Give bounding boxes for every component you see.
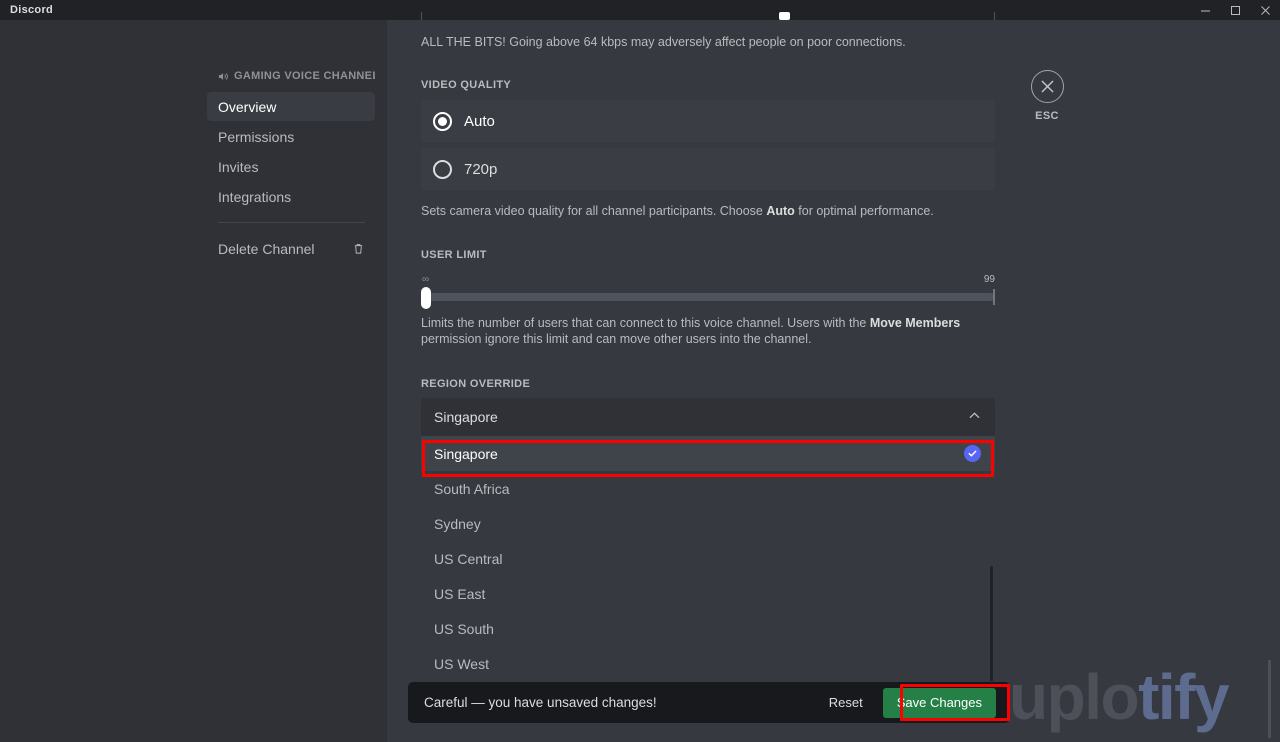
check-icon (964, 445, 981, 462)
radio-button-icon (433, 111, 452, 131)
close-circle-icon (1030, 70, 1064, 103)
region-option-singapore[interactable]: Singapore (421, 436, 995, 471)
bitrate-tick-min (421, 12, 422, 20)
maximize-icon[interactable] (1220, 0, 1250, 20)
user-limit-track[interactable] (421, 293, 995, 301)
region-option-label: Sydney (434, 515, 481, 532)
sidebar-item-label: Overview (218, 98, 277, 115)
speaker-icon (218, 71, 229, 82)
save-changes-button[interactable]: Save Changes (882, 687, 996, 718)
region-option-us-east[interactable]: US East (421, 576, 995, 611)
video-quality-label: VIDEO QUALITY (421, 79, 512, 91)
sidebar-item-label: Integrations (218, 188, 292, 205)
user-limit-thumb[interactable] (421, 287, 431, 309)
region-override-label: REGION OVERRIDE (421, 378, 531, 390)
bitrate-slider[interactable] (421, 12, 995, 22)
sidebar-item-label: Permissions (218, 128, 295, 145)
region-option-us-south[interactable]: US South (421, 611, 995, 646)
video-quality-option-auto[interactable]: Auto (421, 100, 995, 142)
region-override-selected-value: Singapore (434, 409, 498, 425)
user-limit-endcap (993, 289, 995, 305)
sidebar-item-label: Invites (218, 158, 259, 175)
radio-button-icon (433, 159, 452, 179)
region-option-label: Singapore (434, 445, 498, 462)
region-option-us-central[interactable]: US Central (421, 541, 995, 576)
video-quality-helper-text: Sets camera video quality for all channe… (421, 204, 934, 218)
bitrate-tick-max (994, 12, 995, 20)
region-override-dropdown: Singapore Singapore South Africa Sydney (421, 398, 995, 681)
watermark-bar (1268, 660, 1271, 738)
bitrate-helper-text: ALL THE BITS! Going above 64 kbps may ad… (421, 35, 906, 49)
region-option-sydney[interactable]: Sydney (421, 506, 995, 541)
video-quality-option-label: 720p (464, 160, 498, 178)
region-option-label: South Africa (434, 480, 510, 497)
sidebar-header-label: GAMING VOICE CHANNELS (234, 70, 375, 82)
app-title: Discord (10, 4, 54, 16)
bitrate-slider-thumb[interactable] (779, 12, 790, 20)
dropdown-scrollbar[interactable] (990, 566, 993, 681)
user-limit-label: USER LIMIT (421, 249, 487, 261)
user-limit-min-label: ∞ (422, 274, 430, 285)
radio-dot-icon (438, 116, 447, 126)
user-limit-slider[interactable]: ∞ 99 (421, 275, 995, 311)
chevron-up-icon (968, 409, 981, 425)
sidebar-item-permissions[interactable]: Permissions (207, 122, 375, 151)
region-option-label: US East (434, 585, 486, 602)
close-modal-button[interactable]: ESC (1030, 70, 1064, 122)
sidebar-item-delete-channel[interactable]: Delete Channel (207, 234, 375, 263)
close-icon[interactable] (1250, 0, 1280, 20)
region-option-label: US West (434, 655, 489, 672)
video-quality-option-720p[interactable]: 720p (421, 148, 995, 190)
region-override-option-list: Singapore South Africa Sydney US Central… (421, 436, 995, 681)
window-controls (1190, 0, 1280, 20)
settings-sidebar-nav: GAMING VOICE CHANNELS Overview Permissio… (207, 68, 375, 264)
user-limit-helper-text: Limits the number of users that can conn… (421, 316, 961, 346)
sidebar-header: GAMING VOICE CHANNELS (207, 68, 375, 84)
region-option-label: US South (434, 620, 494, 637)
sidebar-item-integrations[interactable]: Integrations (207, 182, 375, 211)
user-limit-max-label: 99 (983, 274, 995, 285)
discord-window: Discord GAMING VOICE CHANNELS Overview P… (0, 0, 1280, 742)
unsaved-changes-bar: Careful — you have unsaved changes! Rese… (408, 682, 1010, 723)
settings-body: ALL THE BITS! Going above 64 kbps may ad… (421, 34, 995, 681)
minimize-icon[interactable] (1190, 0, 1220, 20)
settings-sidebar-pane: GAMING VOICE CHANNELS Overview Permissio… (0, 20, 387, 742)
sidebar-item-invites[interactable]: Invites (207, 152, 375, 181)
video-quality-radio-group: Auto 720p (421, 100, 995, 190)
sidebar-divider (218, 222, 365, 223)
reset-button[interactable]: Reset (829, 695, 863, 710)
unsaved-changes-message: Careful — you have unsaved changes! (424, 695, 657, 710)
region-option-label: US Central (434, 550, 503, 567)
region-override-trigger[interactable]: Singapore (421, 398, 995, 436)
region-option-south-africa[interactable]: South Africa (421, 471, 995, 506)
esc-label: ESC (1035, 110, 1059, 122)
sidebar-item-overview[interactable]: Overview (207, 92, 375, 121)
trash-icon (352, 242, 365, 255)
sidebar-item-label: Delete Channel (218, 240, 315, 257)
region-option-us-west[interactable]: US West (421, 646, 995, 681)
video-quality-option-label: Auto (464, 112, 495, 130)
